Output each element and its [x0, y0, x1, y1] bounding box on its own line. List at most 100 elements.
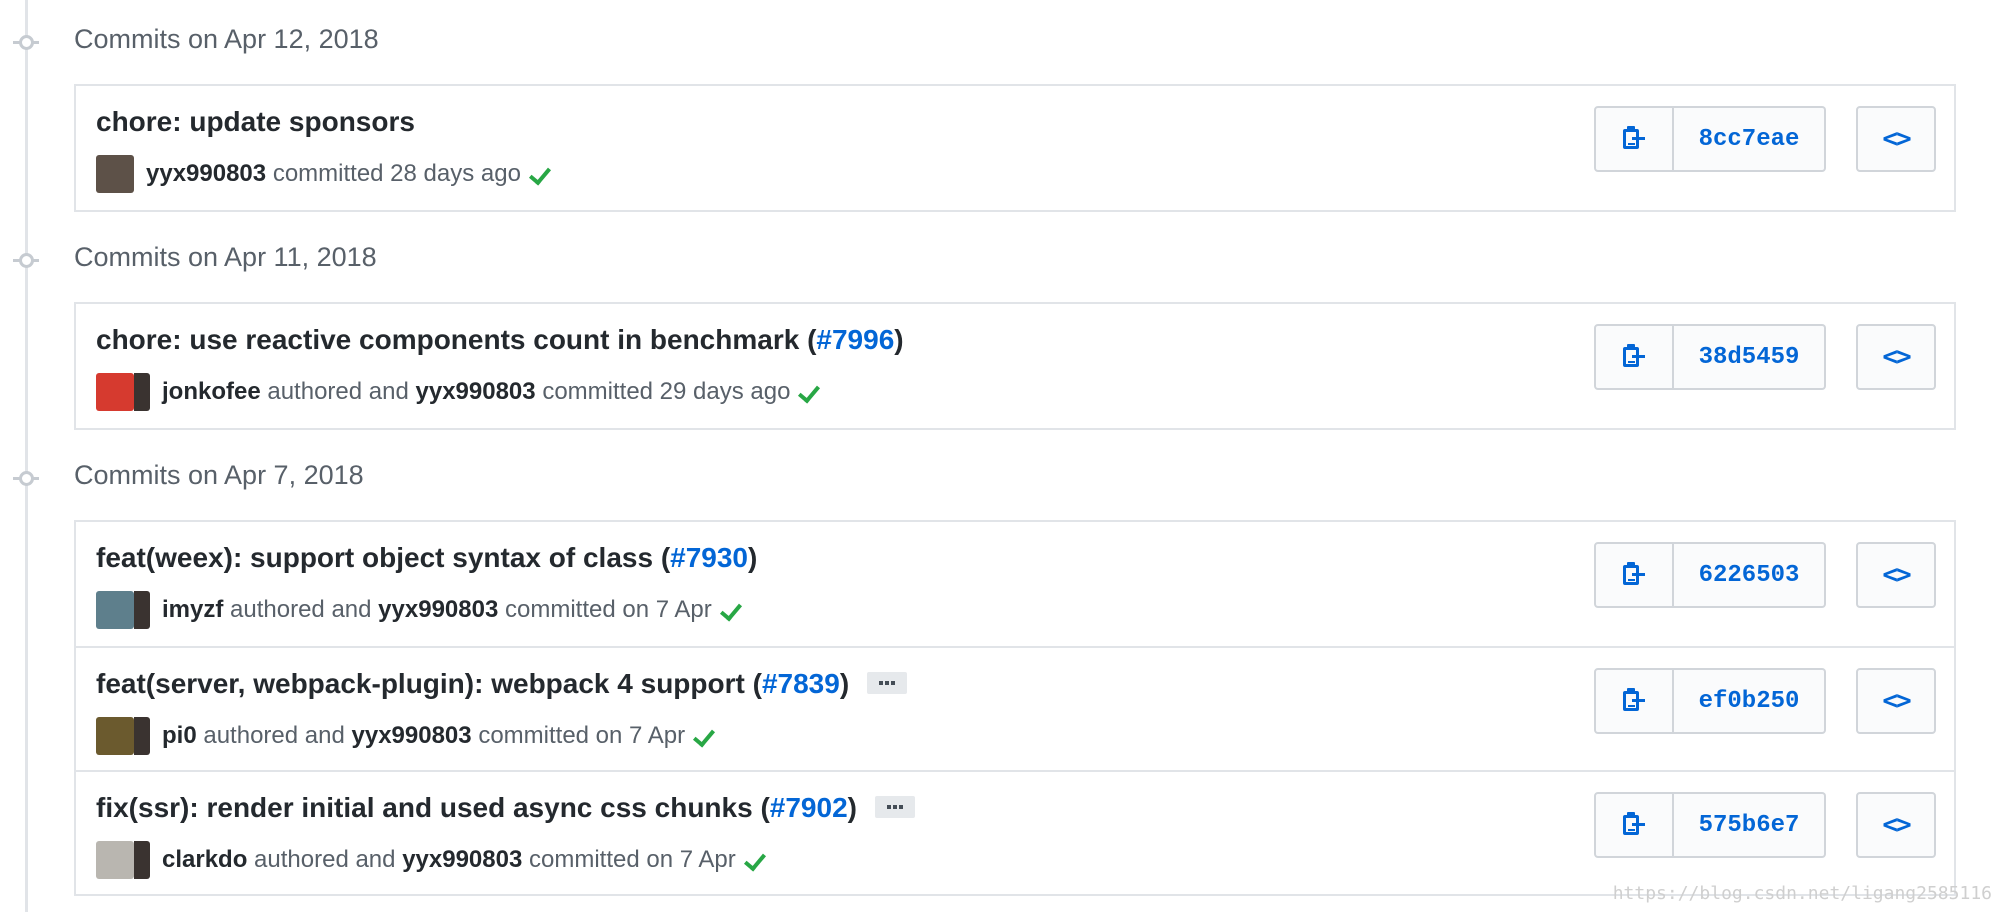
committed-text: committed 28 days ago: [272, 160, 521, 187]
day-title: Commits on Apr 11, 2018: [74, 242, 377, 272]
commit-row: fix(ssr): render initial and used async …: [76, 770, 1954, 894]
commit-list: chore: use reactive components count in …: [74, 302, 1956, 430]
sha-button-group: ef0b250: [1594, 668, 1826, 734]
browse-files-button[interactable]: <>: [1856, 106, 1936, 172]
check-icon[interactable]: [720, 598, 742, 622]
commit-meta: jonkofee authored and yyx990803 committe…: [96, 372, 820, 412]
clipboard-copy-icon: [1623, 688, 1645, 714]
commit-meta: pi0 authored and yyx990803 committed on …: [96, 716, 715, 756]
authored-text: authored and: [230, 596, 372, 623]
browse-files-button[interactable]: <>: [1856, 792, 1936, 858]
avatar[interactable]: [134, 717, 150, 755]
commit-message[interactable]: chore: use reactive components count in …: [96, 324, 904, 356]
commit-list: feat(weex): support object syntax of cla…: [74, 520, 1956, 896]
avatar-stack: [96, 591, 150, 629]
check-icon[interactable]: [529, 162, 551, 186]
committer-link[interactable]: yyx990803: [402, 846, 522, 874]
commit-message[interactable]: feat(server, webpack-plugin): webpack 4 …: [96, 668, 908, 700]
code-brackets-icon: <>: [1882, 342, 1911, 372]
committed-text: committed on 7 Apr: [478, 722, 686, 749]
commit-row: feat(server, webpack-plugin): webpack 4 …: [76, 646, 1954, 770]
clipboard-copy-icon: [1623, 126, 1645, 152]
commit-group: Commits on Apr 12, 2018 chore: update sp…: [0, 0, 1960, 212]
sha-button-group: 8cc7eae: [1594, 106, 1826, 172]
copy-sha-button[interactable]: [1594, 106, 1674, 172]
committer-link[interactable]: yyx990803: [378, 596, 498, 624]
expand-message-button[interactable]: [874, 795, 915, 818]
commit-sha-link[interactable]: 6226503: [1674, 542, 1826, 608]
code-brackets-icon: <>: [1882, 124, 1911, 154]
timeline-node-icon: [13, 251, 39, 269]
avatar-stack: [96, 155, 134, 193]
check-icon[interactable]: [798, 380, 820, 404]
commit-sha-link[interactable]: ef0b250: [1674, 668, 1826, 734]
expand-message-button[interactable]: [867, 671, 908, 694]
pr-link[interactable]: #7902: [770, 792, 848, 823]
commit-row: chore: update sponsors yyx990803 committ…: [76, 86, 1954, 210]
timeline-node-icon: [13, 33, 39, 51]
commit-sha-link[interactable]: 38d5459: [1674, 324, 1826, 390]
commit-meta: yyx990803 committed 28 days ago: [96, 154, 551, 194]
committed-text: committed on 7 Apr: [504, 596, 712, 623]
day-header: Commits on Apr 7, 2018: [0, 436, 1960, 520]
browse-files-button[interactable]: <>: [1856, 668, 1936, 734]
code-brackets-icon: <>: [1882, 560, 1911, 590]
code-brackets-icon: <>: [1882, 686, 1911, 716]
day-title: Commits on Apr 7, 2018: [74, 460, 364, 490]
avatar[interactable]: [134, 373, 150, 411]
authored-text: authored and: [203, 722, 345, 749]
clipboard-copy-icon: [1623, 812, 1645, 838]
committed-text: committed 29 days ago: [542, 378, 791, 405]
pr-link[interactable]: #7996: [816, 324, 894, 355]
copy-sha-button[interactable]: [1594, 792, 1674, 858]
copy-sha-button[interactable]: [1594, 542, 1674, 608]
avatar[interactable]: [96, 373, 134, 411]
avatar[interactable]: [134, 841, 150, 879]
day-title: Commits on Apr 12, 2018: [74, 24, 379, 54]
browse-files-button[interactable]: <>: [1856, 324, 1936, 390]
commit-sha-link[interactable]: 575b6e7: [1674, 792, 1826, 858]
avatar[interactable]: [96, 591, 134, 629]
watermark: https://blog.csdn.net/ligang2585116: [1612, 883, 1992, 904]
copy-sha-button[interactable]: [1594, 668, 1674, 734]
browse-files-button[interactable]: <>: [1856, 542, 1936, 608]
avatar[interactable]: [134, 591, 150, 629]
commit-sha-link[interactable]: 8cc7eae: [1674, 106, 1826, 172]
sha-button-group: 6226503: [1594, 542, 1826, 608]
commit-message[interactable]: fix(ssr): render initial and used async …: [96, 792, 915, 824]
author-link[interactable]: pi0: [162, 722, 197, 750]
authored-text: authored and: [267, 378, 409, 405]
copy-sha-button[interactable]: [1594, 324, 1674, 390]
author-link[interactable]: clarkdo: [162, 846, 247, 874]
check-icon[interactable]: [693, 724, 715, 748]
avatar[interactable]: [96, 155, 134, 193]
author-link[interactable]: yyx990803: [146, 160, 266, 188]
avatar[interactable]: [96, 841, 134, 879]
commit-message[interactable]: chore: update sponsors: [96, 106, 415, 138]
author-link[interactable]: jonkofee: [162, 378, 261, 406]
sha-button-group: 575b6e7: [1594, 792, 1826, 858]
timeline-node-icon: [13, 469, 39, 487]
commit-group: Commits on Apr 7, 2018 feat(weex): suppo…: [0, 436, 1960, 896]
clipboard-copy-icon: [1623, 344, 1645, 370]
authored-text: authored and: [254, 846, 396, 873]
sha-button-group: 38d5459: [1594, 324, 1826, 390]
day-header: Commits on Apr 12, 2018: [0, 0, 1960, 84]
pr-link[interactable]: #7930: [670, 542, 748, 573]
commit-message[interactable]: feat(weex): support object syntax of cla…: [96, 542, 757, 574]
commit-meta: clarkdo authored and yyx990803 committed…: [96, 840, 766, 880]
committer-link[interactable]: yyx990803: [352, 722, 472, 750]
author-link[interactable]: imyzf: [162, 596, 223, 624]
check-icon[interactable]: [744, 848, 766, 872]
commit-list: chore: update sponsors yyx990803 committ…: [74, 84, 1956, 212]
commit-row: chore: use reactive components count in …: [76, 304, 1954, 428]
committer-link[interactable]: yyx990803: [416, 378, 536, 406]
avatar[interactable]: [96, 717, 134, 755]
code-brackets-icon: <>: [1882, 810, 1911, 840]
avatar-stack: [96, 841, 150, 879]
pr-link[interactable]: #7839: [762, 668, 840, 699]
committed-text: committed on 7 Apr: [529, 846, 736, 873]
clipboard-copy-icon: [1623, 562, 1645, 588]
avatar-stack: [96, 373, 150, 411]
commit-meta: imyzf authored and yyx990803 committed o…: [96, 590, 742, 630]
